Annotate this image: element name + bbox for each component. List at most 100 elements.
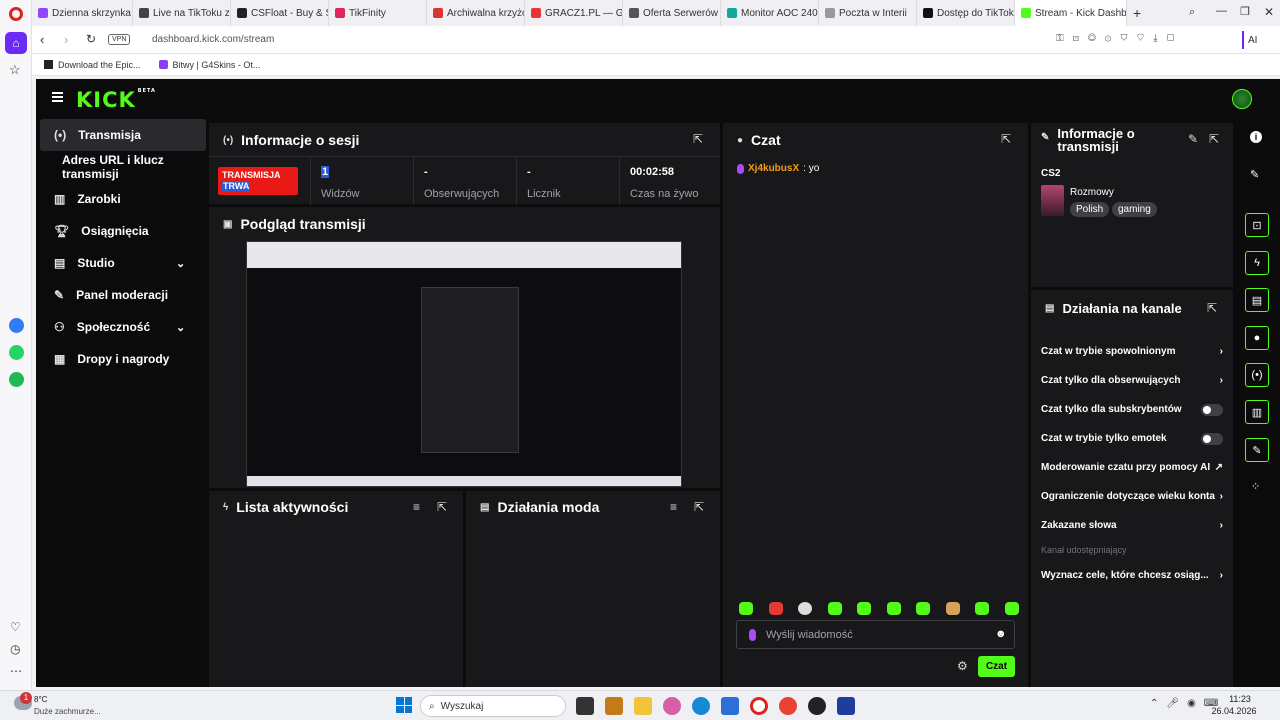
browser-tab[interactable]: Live na TikToku z OBS	[133, 0, 231, 26]
taskbar-search[interactable]: ⌕ Wyszukaj	[420, 695, 566, 717]
rail-channel-icon[interactable]: ▥	[1245, 400, 1269, 424]
action-account-age[interactable]: Ograniczenie dotyczące wieku konta ›	[1041, 482, 1223, 511]
action-goals[interactable]: Wyznacz cele, które chcesz osiąg... ›	[1041, 561, 1223, 590]
chat-input[interactable]: Wyślij wiadomość ☻	[736, 620, 1015, 649]
app-m-icon[interactable]	[605, 697, 623, 715]
emote-icon[interactable]	[857, 602, 872, 615]
rail-wrench-icon[interactable]: ✎	[1245, 438, 1269, 462]
edit-icon[interactable]: ✎	[1188, 132, 1198, 146]
rail-chat-icon[interactable]: ●	[1245, 326, 1269, 350]
app-yellow-icon[interactable]	[837, 697, 855, 715]
chat-settings-icon[interactable]: ⚙	[957, 659, 968, 673]
task-view-icon[interactable]	[576, 697, 594, 715]
action-emote-only[interactable]: Czat w trybie tylko emotek	[1041, 424, 1223, 453]
menu-icon[interactable]	[52, 92, 63, 102]
emote-icon[interactable]	[945, 602, 960, 615]
obs-icon[interactable]	[808, 697, 826, 715]
popout-icon[interactable]: ⇱	[693, 132, 703, 146]
clock-date[interactable]: 26.04.2026	[1204, 706, 1264, 716]
action-ai-moderation[interactable]: Moderowanie czatu przy pomocy AI ↗	[1041, 453, 1223, 482]
nav-item-stream-key[interactable]: Adres URL i klucz transmisji	[40, 151, 206, 183]
user-avatar[interactable]	[1232, 89, 1252, 109]
url-field[interactable]: dashboard.kick.com/stream	[152, 34, 274, 45]
emote-icon[interactable]	[768, 602, 783, 615]
messenger-icon[interactable]	[9, 318, 24, 333]
mic-icon[interactable]	[749, 628, 756, 641]
store-icon[interactable]	[721, 697, 739, 715]
filter-icon[interactable]: ≡	[670, 500, 677, 514]
emote-icon[interactable]	[916, 602, 931, 615]
history-icon[interactable]: ◷	[10, 642, 20, 656]
close-icon[interactable]: ✕	[1264, 5, 1274, 19]
popout-icon[interactable]: ⇱	[694, 500, 704, 514]
category-name[interactable]: Rozmowy	[1070, 187, 1114, 198]
chat-username[interactable]: Xj4kubusX	[748, 163, 799, 174]
emote-icon[interactable]	[798, 602, 813, 615]
nav-item-panel-moderacji[interactable]: ✎ Panel moderacji	[40, 279, 206, 311]
file-explorer-icon[interactable]	[634, 697, 652, 715]
minimize-icon[interactable]: —	[1216, 5, 1227, 17]
opera-logo-icon[interactable]	[9, 7, 23, 21]
popout-icon[interactable]: ⇱	[1207, 301, 1217, 315]
bookmark-item[interactable]: Bitwy | G4Skins - Ot...	[158, 60, 260, 70]
nav-item-dropy[interactable]: ▦ Dropy i nagrody	[40, 343, 206, 375]
weather-widget[interactable]: 1 8°C Duże zachmurze...	[14, 692, 124, 719]
clock-time[interactable]: 11:23	[1216, 694, 1264, 704]
aria-ai-button[interactable]: AI	[1242, 31, 1272, 49]
stream-preview-video[interactable]	[246, 241, 682, 487]
start-button[interactable]	[396, 697, 412, 713]
edge-icon[interactable]	[692, 697, 710, 715]
whatsapp-icon[interactable]	[9, 345, 24, 360]
more-icon[interactable]: ⋯	[10, 664, 22, 678]
back-icon[interactable]: ‹	[40, 32, 44, 47]
emoji-icon[interactable]: ☻	[995, 628, 1007, 640]
rail-lightning-icon[interactable]: ϟ	[1245, 251, 1269, 275]
action-subscribers-only[interactable]: Czat tylko dla subskrybentów	[1041, 395, 1223, 424]
copilot-icon[interactable]	[663, 697, 681, 715]
subscribers-only-toggle[interactable]	[1201, 403, 1223, 416]
nav-item-spolecznosc[interactable]: ⚇ Społeczność ⌄	[40, 311, 206, 343]
rail-more-icon[interactable]: ⁘	[1251, 480, 1260, 493]
star-icon[interactable]: ☆	[9, 62, 21, 78]
filter-icon[interactable]: ≡	[413, 500, 420, 514]
heart-icon[interactable]: ♡	[10, 620, 21, 634]
chrome-icon[interactable]	[779, 697, 797, 715]
nav-item-zarobki[interactable]: ▥ Zarobki	[40, 183, 206, 215]
reload-icon[interactable]: ↻	[86, 32, 96, 46]
browser-tab[interactable]: Archiwalna krzyżówka	[427, 0, 525, 26]
tag-chip[interactable]: Polish	[1070, 202, 1110, 217]
pencil-icon[interactable]: ✎	[1250, 168, 1259, 181]
browser-tab[interactable]: CSFloat - Buy & Sell C	[231, 0, 329, 26]
emote-icon[interactable]	[1004, 602, 1019, 615]
browser-tab[interactable]: Oferta Serwerów Mine	[623, 0, 721, 26]
spotify-icon[interactable]	[9, 372, 24, 387]
rail-document-icon[interactable]: ▤	[1245, 288, 1269, 312]
action-slow-mode[interactable]: Czat w trybie spowolnionym ›	[1041, 337, 1223, 366]
rail-broadcast-icon[interactable]: (•)	[1245, 363, 1269, 387]
popout-icon[interactable]: ⇱	[437, 500, 447, 514]
chat-send-button[interactable]: Czat	[978, 656, 1015, 677]
maximize-icon[interactable]: ❐	[1240, 5, 1250, 18]
nav-item-transmisja[interactable]: (•) Transmisja	[40, 119, 206, 151]
vpn-badge[interactable]: VPN	[108, 34, 131, 45]
forward-icon[interactable]: ›	[64, 32, 68, 47]
action-followers-only[interactable]: Czat tylko dla obserwujących ›	[1041, 366, 1223, 395]
info-icon[interactable]: i	[1250, 131, 1262, 143]
new-tab-button[interactable]: +	[1127, 0, 1149, 26]
emote-icon[interactable]	[739, 602, 753, 615]
browser-tab[interactable]: Dostęp do TikTok LIVE	[917, 0, 1015, 26]
browser-tab[interactable]: Dzienna skrzynka | G4S	[32, 0, 133, 26]
emote-only-toggle[interactable]	[1201, 432, 1223, 445]
nav-item-osiagniecia[interactable]: 🏆︎ Osiągnięcia	[40, 215, 206, 247]
kick-logo[interactable]: KICK BETA	[76, 88, 156, 112]
popout-icon[interactable]: ⇱	[1001, 132, 1011, 146]
tag-chip[interactable]: gaming	[1112, 202, 1157, 217]
search-tabs-icon[interactable]: ⌕	[1189, 6, 1195, 19]
action-banned-words[interactable]: Zakazane słowa ›	[1041, 511, 1223, 540]
emote-icon[interactable]	[886, 602, 901, 615]
opera-taskbar-icon[interactable]	[750, 697, 768, 715]
rail-preview-icon[interactable]: ⊡	[1245, 213, 1269, 237]
browser-tab[interactable]: GRACZ1.PL — Graj	[525, 0, 623, 26]
browser-tab[interactable]: TikFinity	[329, 0, 427, 26]
bookmark-item[interactable]: Download the Epic...	[44, 60, 141, 70]
